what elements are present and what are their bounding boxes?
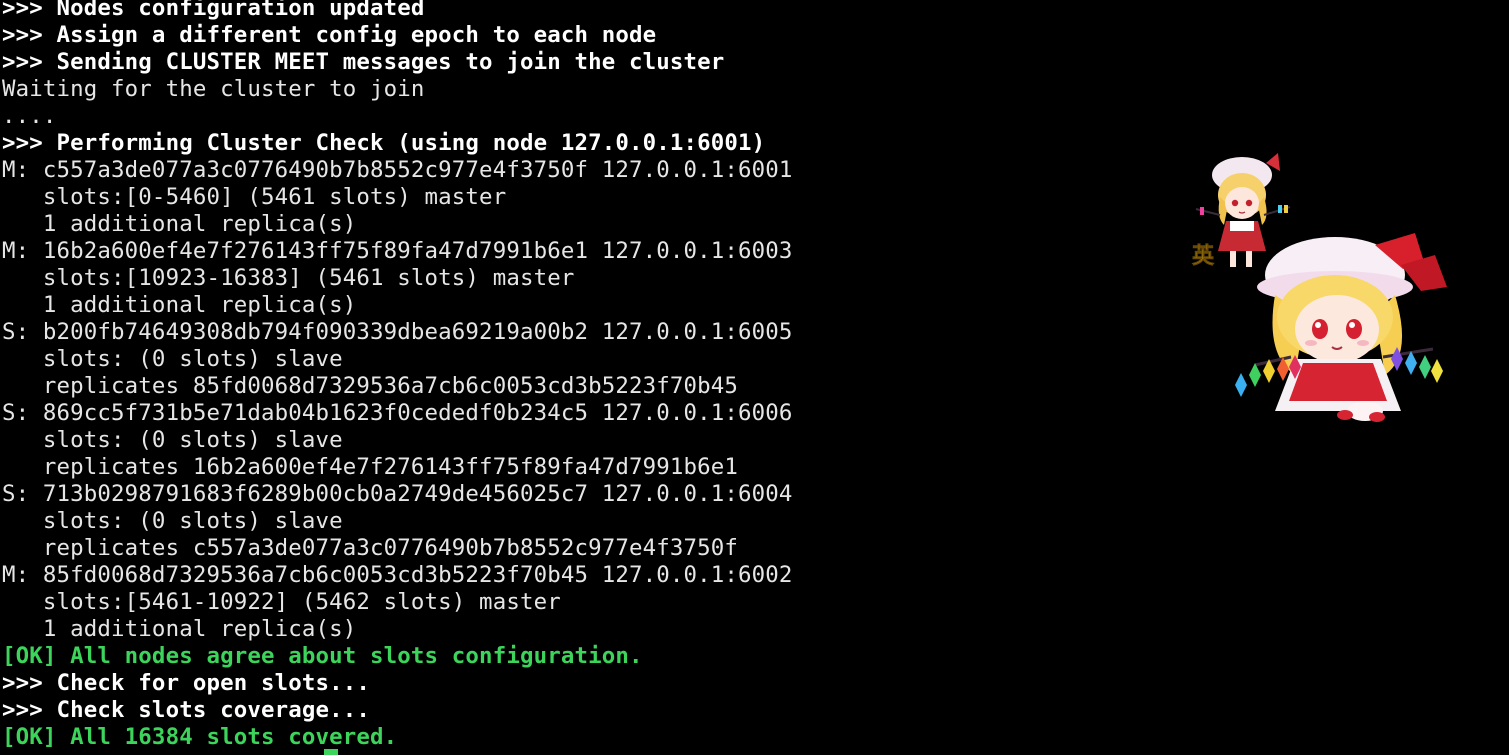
terminal-line: [OK] All 16384 slots covered.: [2, 724, 398, 750]
terminal-line: slots:[0-5460] (5461 slots) master: [2, 184, 507, 210]
terminal-line: slots: (0 slots) slave: [2, 346, 343, 372]
terminal-line: M: c557a3de077a3c0776490b7b8552c977e4f37…: [2, 157, 793, 183]
mascot-label: 英: [1192, 244, 1215, 269]
terminal-line: slots: (0 slots) slave: [2, 508, 343, 534]
terminal-window[interactable]: >>> Nodes configuration updated >>> Assig…: [0, 0, 1509, 755]
terminal-line: M: 16b2a600ef4e7f276143ff75f89fa47d7991b…: [2, 238, 793, 264]
terminal-line: 1 additional replica(s): [2, 211, 357, 237]
terminal-line: Waiting for the cluster to join: [2, 76, 425, 102]
terminal-line: [OK] All nodes agree about slots configu…: [2, 643, 643, 669]
terminal-line: S: 869cc5f731b5e71dab04b1623f0cededf0b23…: [2, 400, 793, 426]
terminal-line: >>> Assign a different config epoch to e…: [2, 22, 657, 48]
terminal-line: 1 additional replica(s): [2, 616, 357, 642]
terminal-line: slots: (0 slots) slave: [2, 427, 343, 453]
terminal-cursor: [324, 749, 338, 755]
terminal-line: >>> Sending CLUSTER MEET messages to joi…: [2, 49, 725, 75]
terminal-line: >>> Nodes configuration updated: [2, 0, 425, 21]
terminal-line: S: 713b0298791683f6289b00cb0a2749de45602…: [2, 481, 793, 507]
terminal-line: >>> Check for open slots...: [2, 670, 371, 696]
terminal-line: ....: [2, 103, 57, 129]
terminal-line: >>> Check slots coverage...: [2, 697, 371, 723]
terminal-line: M: 85fd0068d7329536a7cb6c0053cd3b5223f70…: [2, 562, 793, 588]
terminal-line: replicates c557a3de077a3c0776490b7b8552c…: [2, 535, 739, 561]
terminal-output: >>> Nodes configuration updated >>> Assig…: [2, 0, 793, 751]
terminal-line: S: b200fb74649308db794f090339dbea69219a0…: [2, 319, 793, 345]
terminal-line: slots:[5461-10922] (5462 slots) master: [2, 589, 561, 615]
terminal-line: 1 additional replica(s): [2, 292, 357, 318]
terminal-line: replicates 85fd0068d7329536a7cb6c0053cd3…: [2, 373, 739, 399]
terminal-line: >>> Performing Cluster Check (using node…: [2, 130, 766, 156]
chibi-character-large-icon: [1235, 233, 1447, 422]
terminal-line: replicates 16b2a600ef4e7f276143ff75f89fa…: [2, 454, 739, 480]
terminal-line: slots:[10923-16383] (5461 slots) master: [2, 265, 575, 291]
